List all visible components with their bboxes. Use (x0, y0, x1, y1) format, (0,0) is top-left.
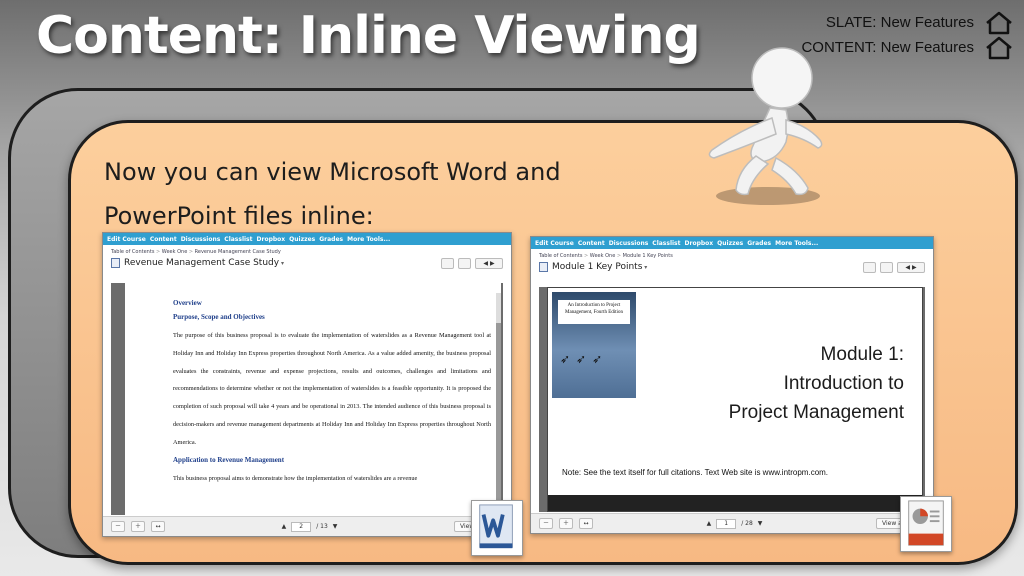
toolbar-grades[interactable]: Grades (319, 236, 343, 243)
next-page-icon[interactable]: ▼ (758, 520, 763, 527)
slide-title: Content: Inline Viewing (36, 6, 701, 66)
toolbar-dropbox[interactable]: Dropbox (685, 240, 714, 247)
doc-title[interactable]: Module 1 Key Points (552, 262, 647, 272)
document-icon (111, 258, 120, 268)
nav-slate-label: SLATE: New Features (825, 14, 974, 31)
slide-heading-line: Introduction to (783, 373, 904, 394)
document-icon (539, 262, 548, 272)
toolbar-more-tools[interactable]: More Tools... (775, 240, 818, 247)
slide-page: An Introduction to Project Management, F… (547, 287, 923, 512)
scrollbar-thumb[interactable] (496, 293, 501, 323)
slide-heading-line: Module 1: (820, 344, 904, 365)
prev-next-buttons[interactable]: ◀ ▶ (897, 261, 925, 273)
slide-heading: Module 1: Introduction to Project Manage… (729, 340, 904, 427)
toolbar-classlist[interactable]: Classlist (652, 240, 680, 247)
pager: ▲ 1 / 28 ▼ (707, 518, 763, 529)
breadcrumb: Table of Contents Week One Revenue Manag… (103, 245, 511, 255)
download-button[interactable] (458, 257, 471, 269)
doc-paragraph: The purpose of this business proposal is… (173, 332, 491, 446)
viewer-scrollbar[interactable] (496, 293, 501, 503)
slide-viewer[interactable]: An Introduction to Project Management, F… (539, 287, 925, 512)
viewer-bottombar: － ＋ ↔ ▲ 1 / 28 ▼ View as Text (531, 513, 933, 533)
doc-title-row: Revenue Management Case Study ◀ ▶ (103, 255, 511, 271)
lead-text: Now you can view Microsoft Word and Powe… (104, 150, 624, 238)
doc-title[interactable]: Revenue Management Case Study (124, 258, 284, 268)
next-page-icon[interactable]: ▼ (333, 523, 338, 530)
slide-heading-line: Project Management (728, 402, 904, 423)
word-viewer-screenshot: Edit Course Content Discussions Classlis… (102, 232, 512, 537)
book-cover-image: An Introduction to Project Management, F… (552, 292, 636, 398)
pointing-figure (708, 47, 823, 205)
geese-illustration: ➶➶➶ (560, 352, 609, 366)
toolbar-quizzes[interactable]: Quizzes (717, 240, 743, 247)
lead-line-1: Now you can view Microsoft Word and (104, 158, 561, 186)
toolbar-edit-course[interactable]: Edit Course (107, 236, 146, 243)
doc-actions: ◀ ▶ (863, 261, 925, 273)
toolbar-more-tools[interactable]: More Tools... (347, 236, 390, 243)
toolbar-quizzes[interactable]: Quizzes (289, 236, 315, 243)
fit-width-button[interactable]: ↔ (579, 518, 593, 529)
powerpoint-viewer-screenshot: Edit Course Content Discussions Classlis… (530, 236, 934, 534)
zoom-in-button[interactable]: ＋ (131, 521, 145, 532)
page-total: / 13 (316, 523, 328, 530)
breadcrumb-item: Module 1 Key Points (617, 253, 673, 259)
zoom-out-button[interactable]: － (539, 518, 553, 529)
prev-next-buttons[interactable]: ◀ ▶ (475, 257, 503, 269)
toolbar-content[interactable]: Content (150, 236, 177, 243)
fit-width-button[interactable]: ↔ (151, 521, 165, 532)
powerpoint-file-icon (900, 496, 952, 552)
breadcrumb-item: Revenue Management Case Study (189, 249, 281, 255)
toolbar-edit-course[interactable]: Edit Course (535, 240, 574, 247)
prev-page-icon[interactable]: ▲ (707, 520, 712, 527)
page-number-input[interactable]: 1 (716, 518, 737, 529)
breadcrumb-item[interactable]: Table of Contents (539, 253, 582, 259)
word-file-icon (471, 500, 523, 556)
prev-page-icon[interactable]: ▲ (282, 523, 287, 530)
document-viewer[interactable]: Overview Purpose, Scope and Objectives T… (111, 283, 503, 515)
zoom-in-button[interactable]: ＋ (559, 518, 573, 529)
breadcrumb-item[interactable]: Week One (584, 253, 615, 259)
doc-heading-overview: Overview (173, 299, 202, 307)
lms-toolbar: Edit Course Content Discussions Classlis… (103, 233, 511, 245)
document-page: Overview Purpose, Scope and Objectives T… (125, 283, 501, 515)
slide-footer-band (548, 495, 922, 511)
page-number-input[interactable]: 2 (291, 521, 312, 532)
viewer-bottombar: － ＋ ↔ ▲ 2 / 13 ▼ View as Text (103, 516, 511, 536)
doc-title-row: Module 1 Key Points ◀ ▶ (531, 259, 933, 275)
breadcrumb-item[interactable]: Table of Contents (111, 249, 154, 255)
slide-note: Note: See the text itself for full citat… (562, 468, 829, 477)
doc-actions: ◀ ▶ (441, 257, 503, 269)
download-button[interactable] (880, 261, 893, 273)
doc-heading-purpose: Purpose, Scope and Objectives (173, 313, 265, 321)
doc-paragraph: This business proposal aims to demonstra… (173, 474, 418, 482)
toolbar-classlist[interactable]: Classlist (224, 236, 252, 243)
breadcrumb-item[interactable]: Week One (156, 249, 187, 255)
doc-heading-application: Application to Revenue Management (173, 455, 285, 464)
breadcrumb: Table of Contents Week One Module 1 Key … (531, 249, 933, 259)
pager: ▲ 2 / 13 ▼ (282, 521, 338, 532)
toolbar-dropbox[interactable]: Dropbox (257, 236, 286, 243)
toolbar-content[interactable]: Content (578, 240, 605, 247)
page-total: / 28 (741, 520, 753, 527)
bookmark-button[interactable] (863, 261, 876, 273)
home-icon[interactable] (984, 36, 1014, 60)
bookmark-button[interactable] (441, 257, 454, 269)
book-title: An Introduction to Project Management, F… (558, 300, 630, 324)
toolbar-discussions[interactable]: Discussions (181, 236, 221, 243)
home-icon[interactable] (984, 11, 1014, 35)
toolbar-discussions[interactable]: Discussions (609, 240, 649, 247)
lms-toolbar: Edit Course Content Discussions Classlis… (531, 237, 933, 249)
toolbar-grades[interactable]: Grades (747, 240, 771, 247)
zoom-out-button[interactable]: － (111, 521, 125, 532)
